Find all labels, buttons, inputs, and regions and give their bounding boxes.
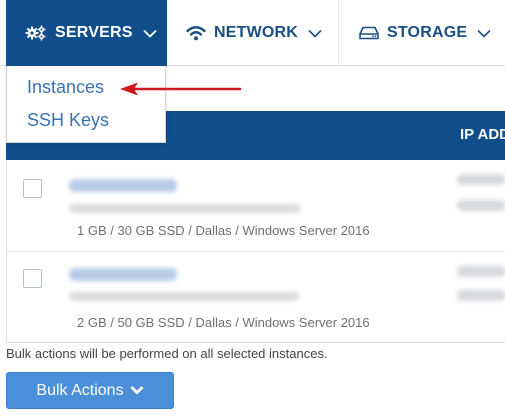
instance-hostname-redacted: [69, 292, 299, 301]
bulk-actions-button[interactable]: Bulk Actions: [6, 372, 174, 409]
ip-redacted: [457, 200, 505, 211]
chevron-down-icon: [142, 29, 157, 38]
bulk-actions-label: Bulk Actions: [36, 381, 124, 399]
chevron-down-icon: [130, 382, 144, 400]
annotation-arrow-icon: [120, 82, 242, 96]
servers-dropdown-menu: Instances SSH Keys: [6, 66, 166, 143]
instance-spec: 2 GB / 50 GB SSD / Dallas / Windows Serv…: [77, 315, 370, 330]
menu-item-instances[interactable]: Instances: [27, 77, 104, 98]
chevron-down-icon: [477, 29, 491, 38]
chevron-down-icon: [308, 29, 322, 38]
ip-redacted: [457, 266, 505, 277]
nav-servers-label: SERVERS: [55, 24, 133, 41]
column-header-ip: IP ADD: [460, 126, 505, 143]
top-nav: SERVERS NETWORK STORAGE: [0, 0, 505, 66]
row-checkbox[interactable]: [23, 269, 42, 288]
nav-network[interactable]: NETWORK: [167, 0, 339, 66]
instance-name-redacted[interactable]: [69, 268, 177, 281]
menu-item-ssh-keys[interactable]: SSH Keys: [27, 110, 109, 131]
nav-storage[interactable]: STORAGE: [339, 0, 505, 66]
table-row: 2 GB / 50 GB SSD / Dallas / Windows Serv…: [7, 251, 505, 342]
instances-table: 1 GB / 30 GB SSD / Dallas / Windows Serv…: [6, 160, 505, 343]
instance-name-redacted[interactable]: [69, 179, 177, 192]
hard-drive-icon: [359, 26, 379, 40]
wifi-icon: [186, 25, 206, 41]
bulk-actions-note: Bulk actions will be performed on all se…: [6, 346, 328, 361]
nav-servers[interactable]: SERVERS: [6, 0, 167, 66]
ip-redacted: [457, 290, 505, 301]
instance-spec: 1 GB / 30 GB SSD / Dallas / Windows Serv…: [77, 223, 370, 238]
instance-hostname-redacted: [69, 204, 301, 213]
ip-redacted: [457, 174, 505, 185]
row-checkbox[interactable]: [23, 179, 42, 198]
nav-network-label: NETWORK: [214, 24, 299, 41]
cogs-icon: [25, 25, 47, 41]
table-row: 1 GB / 30 GB SSD / Dallas / Windows Serv…: [7, 160, 505, 251]
nav-storage-label: STORAGE: [387, 24, 468, 41]
